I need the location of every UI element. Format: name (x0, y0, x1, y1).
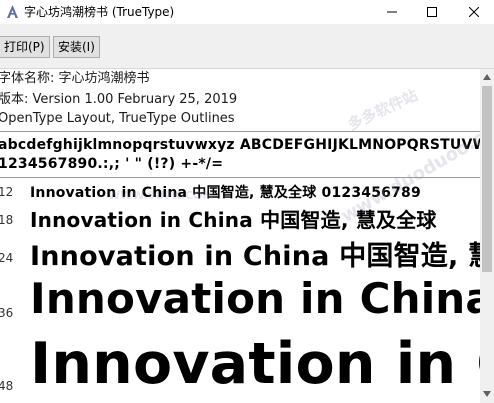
font-name-line: 字体名称: 字心坊鸿潮榜书 (0, 71, 150, 86)
sample-text: Innovation in Ch (30, 331, 480, 397)
watermark-text: 多多软件站 (344, 85, 421, 134)
vertical-scrollbar[interactable] (480, 69, 494, 403)
close-icon (468, 7, 479, 17)
sample-size-label: 24 (0, 251, 14, 265)
scroll-down-arrow-icon[interactable] (483, 391, 491, 397)
sample-text: Innovation in China 中国智造, 慧及全球 012345678… (30, 185, 421, 201)
features-line: OpenType Layout, TrueType Outlines (0, 111, 235, 126)
install-button[interactable]: 安装(I) (53, 36, 100, 58)
charset-digits-punctuation: 1234567890.:,; ' " (!?) +-*/= (0, 156, 224, 172)
title-bar: 字心坊鸿潮榜书 (TrueType) (0, 0, 494, 24)
minimize-button[interactable] (373, 0, 410, 24)
sample-text: Innovation in China 中国智造, 慧及全 (30, 241, 480, 272)
maximize-button[interactable] (413, 0, 450, 24)
scroll-up-arrow-icon[interactable] (483, 74, 491, 80)
divider (0, 177, 480, 178)
scrollbar-thumb[interactable] (482, 86, 492, 272)
sample-text: Innovation in China 中国智造, 慧及全球 (30, 208, 437, 232)
sample-text: Innovation in China (30, 274, 480, 323)
minimize-icon (386, 11, 397, 13)
sample-size-label: 18 (0, 213, 14, 227)
font-app-icon (7, 5, 18, 18)
divider (0, 131, 480, 132)
sample-size-label: 36 (0, 306, 14, 320)
sample-size-label: 48 (0, 379, 14, 393)
maximize-icon (426, 7, 437, 17)
window-title: 字心坊鸿潮榜书 (TrueType) (24, 5, 175, 19)
toolbar: 打印(P) 安装(I) (0, 24, 494, 69)
charset-lowercase-uppercase: abcdefghijklmnopqrstuvwxyz ABCDEFGHIJKLM… (0, 137, 480, 153)
print-button[interactable]: 打印(P) (0, 36, 50, 58)
close-button[interactable] (455, 0, 492, 24)
version-line: 版本: Version 1.00 February 25, 2019 (0, 92, 238, 107)
font-preview-pane: 字体名称: 字心坊鸿潮榜书 版本: Version 1.00 February … (0, 69, 480, 403)
sample-size-label: 12 (0, 185, 14, 199)
